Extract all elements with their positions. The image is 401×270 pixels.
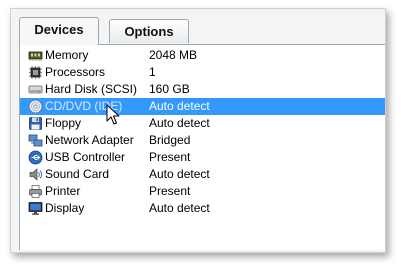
- device-name: Processors: [45, 65, 106, 79]
- device-summary: Present: [149, 184, 191, 198]
- device-summary: Auto detect: [149, 201, 210, 215]
- device-row-memory[interactable]: Memory 2048 MB: [20, 47, 385, 64]
- device-summary: Present: [149, 150, 191, 164]
- vm-settings-window: Devices Options Memory 2048 MB Processor…: [10, 8, 386, 253]
- display-icon: [28, 202, 43, 215]
- device-name: Hard Disk (SCSI): [45, 82, 138, 96]
- sound-card-icon: [29, 168, 42, 181]
- device-list: Memory 2048 MB Processors 1 Hard Disk (S…: [20, 47, 385, 217]
- device-name: Display: [45, 201, 85, 215]
- device-row-network-adapter[interactable]: Network Adapter Bridged: [20, 132, 385, 149]
- device-summary: Auto detect: [149, 99, 210, 113]
- device-name: Network Adapter: [45, 133, 134, 147]
- device-summary: 2048 MB: [149, 48, 198, 62]
- device-row-processors[interactable]: Processors 1: [20, 64, 385, 81]
- device-name: Memory: [45, 48, 89, 62]
- network-adapter-icon: [28, 134, 43, 147]
- device-row-cd-dvd[interactable]: CD/DVD (IDE) Auto detect: [20, 98, 385, 115]
- device-name: Sound Card: [45, 167, 110, 181]
- floppy-icon: [29, 117, 42, 130]
- device-row-sound-card[interactable]: Sound Card Auto detect: [20, 166, 385, 183]
- processor-icon: [29, 66, 42, 79]
- device-row-hard-disk[interactable]: Hard Disk (SCSI) 160 GB: [20, 81, 385, 98]
- device-summary: 160 GB: [149, 82, 190, 96]
- mouse-pointer-icon: [106, 104, 120, 125]
- device-row-floppy[interactable]: Floppy Auto detect: [20, 115, 385, 132]
- memory-icon: [28, 51, 43, 61]
- cd-dvd-icon: [28, 99, 43, 114]
- device-summary: 1: [149, 65, 156, 79]
- tab-devices[interactable]: Devices: [19, 17, 99, 45]
- printer-icon: [29, 185, 42, 198]
- device-summary: Auto detect: [149, 167, 210, 181]
- device-summary: Auto detect: [149, 116, 210, 130]
- usb-icon: [28, 150, 43, 165]
- device-row-usb-controller[interactable]: USB Controller Present: [20, 149, 385, 166]
- tab-options[interactable]: Options: [109, 19, 189, 43]
- device-summary: Bridged: [149, 133, 191, 147]
- hard-disk-icon: [28, 85, 43, 94]
- device-name: Floppy: [45, 116, 82, 130]
- device-row-display[interactable]: Display Auto detect: [20, 200, 385, 217]
- device-row-printer[interactable]: Printer Present: [20, 183, 385, 200]
- device-name: Printer: [45, 184, 81, 198]
- device-name: USB Controller: [45, 150, 126, 164]
- devices-panel: Memory 2048 MB Processors 1 Hard Disk (S…: [19, 44, 385, 250]
